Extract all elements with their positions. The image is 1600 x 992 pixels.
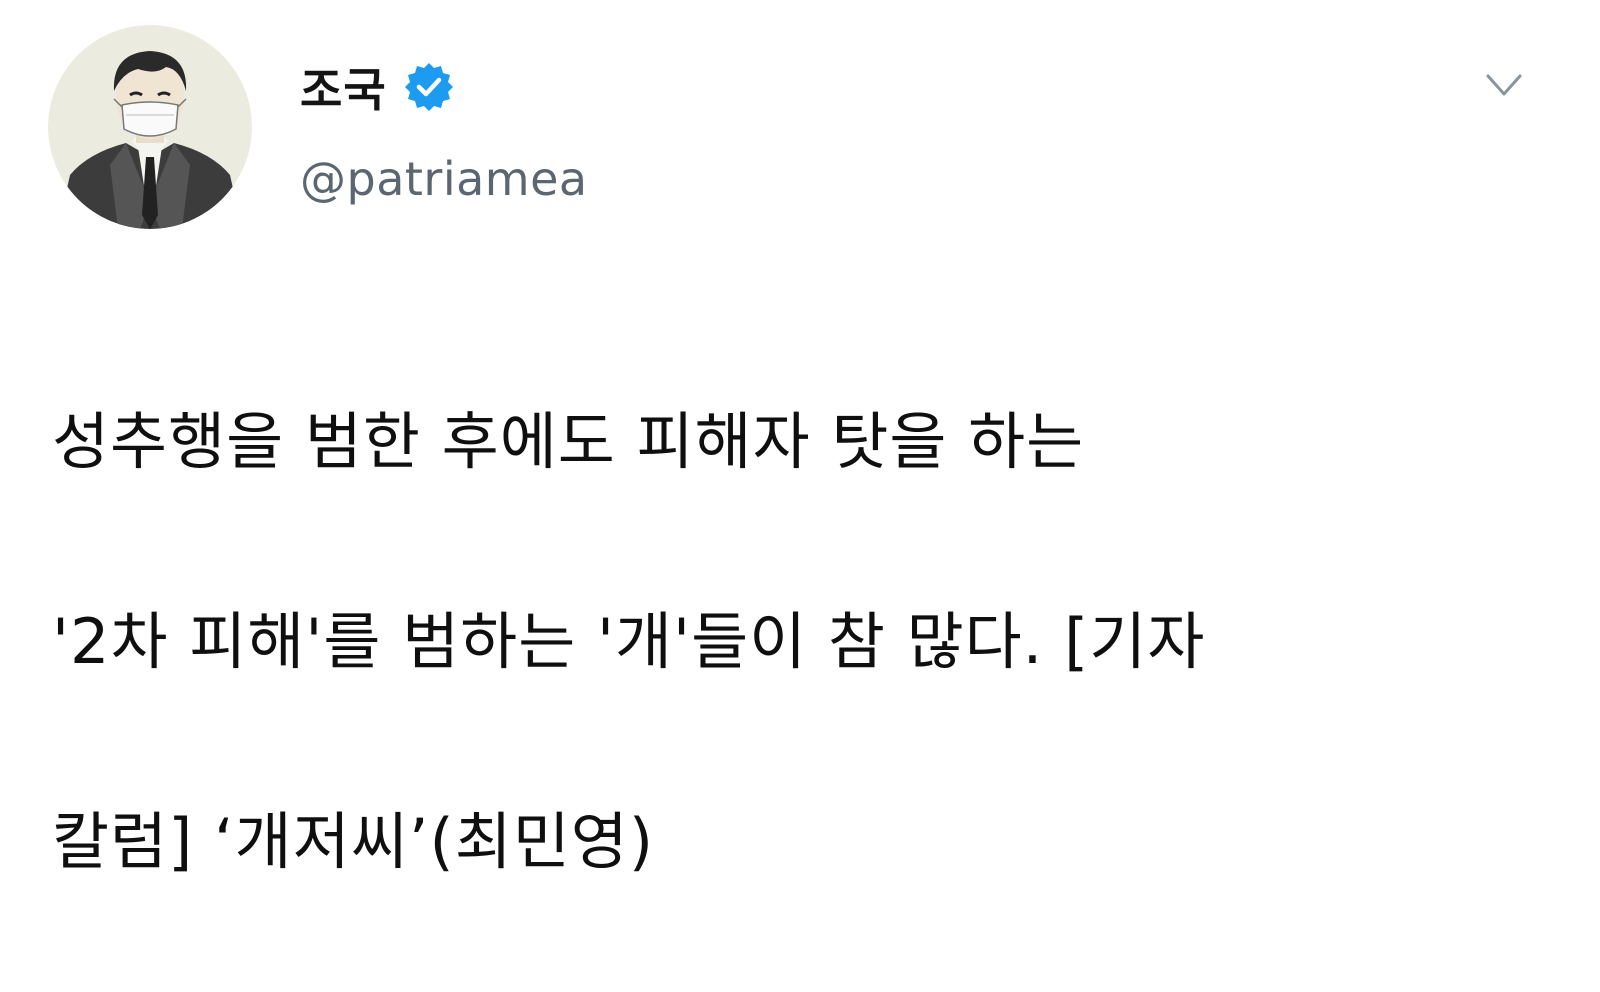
author-handle[interactable]: @patriamea [300,152,588,206]
author-name-row: 조국 [300,52,455,122]
tweet-text-line: 성추행을 범한 후에도 피해자 탓을 하는 [52,405,1085,478]
tweet-text-line: '2차 피해'를 범하는 '개'들이 참 많다. [기자 [52,605,1206,678]
chevron-down-icon[interactable] [1482,62,1526,106]
tweet-text: 성추행을 범한 후에도 피해자 탓을 하는 '2차 피해'를 범하는 '개'들이… [52,292,1552,992]
display-name[interactable]: 조국 [300,54,387,120]
masked-man-in-suit-avatar-icon [48,25,252,229]
avatar[interactable] [48,25,252,229]
tweet-text-line: 칼럼] ‘개저씨’(최민영) [52,805,655,878]
verified-badge-icon [403,61,455,113]
tweet-card: 조국 @patriamea 성추행을 범한 후에도 피해자 탓을 하는 '2차 … [0,0,1600,878]
